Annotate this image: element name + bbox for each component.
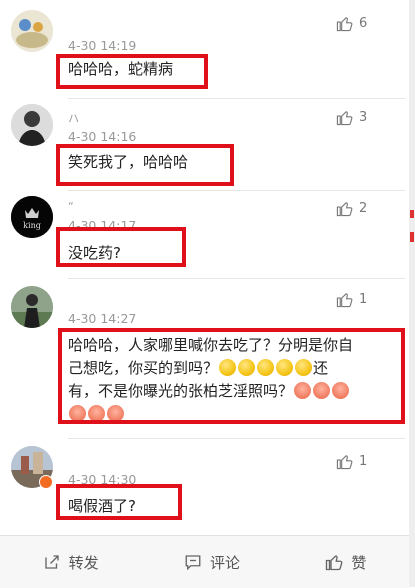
like-button[interactable]: 1: [336, 291, 367, 308]
repost-label: 转发: [68, 553, 99, 572]
edge-mark: [410, 232, 414, 242]
thumb-up-icon: [336, 455, 353, 470]
like-count: 3: [359, 110, 368, 125]
avatar[interactable]: king: [11, 196, 53, 238]
thumb-up-icon: [326, 555, 343, 571]
avatar-label: king: [23, 221, 41, 230]
edge-mark: [410, 210, 414, 218]
timestamp: 4-30 14:19: [68, 38, 137, 53]
thumb-up-icon: [336, 111, 353, 126]
username[interactable]: “: [68, 200, 76, 213]
like-count: 6: [359, 16, 368, 31]
comment-item: 4-30 14:27 1 哈哈哈，人家哪里喊你去吃了？分明是你自 己想吃，你买的…: [0, 278, 405, 438]
like-action-button[interactable]: 赞: [325, 552, 366, 573]
like-button[interactable]: 2: [336, 200, 367, 217]
highlight-box: [56, 144, 234, 186]
timestamp: 4-30 14:16: [68, 129, 137, 144]
comment-item: king “ 4-30 14:17 2 没吃药?: [0, 190, 405, 278]
highlight-box: [58, 328, 405, 424]
highlight-box: [56, 227, 186, 267]
avatar[interactable]: [11, 10, 53, 52]
verified-badge-icon: [39, 475, 53, 489]
avatar[interactable]: [11, 104, 53, 146]
like-count: 1: [359, 454, 368, 469]
username[interactable]: ハ: [68, 110, 81, 126]
thumb-up-icon: [336, 17, 353, 32]
comment-item: 4-30 14:30 1 喝假酒了?: [0, 438, 405, 535]
like-button[interactable]: 1: [336, 453, 367, 470]
thumb-up-icon: [336, 293, 353, 308]
comment-icon: [185, 555, 201, 571]
like-button[interactable]: 3: [336, 109, 367, 126]
timestamp: 4-30 14:27: [68, 311, 137, 326]
repost-button[interactable]: 转发: [43, 552, 99, 573]
highlight-box: [56, 484, 182, 520]
like-count: 2: [359, 201, 368, 216]
avatar[interactable]: [11, 286, 53, 328]
comment-button[interactable]: 评论: [184, 552, 240, 573]
like-label: 赞: [351, 553, 367, 572]
highlight-box: [56, 54, 208, 89]
comment-item: ハ 4-30 14:16 3 笑死我了，哈哈哈: [0, 98, 405, 190]
comment-label: 评论: [209, 553, 240, 572]
comment-item: 4-30 14:19 6 哈哈哈，蛇精病: [0, 0, 405, 98]
like-count: 1: [359, 292, 368, 307]
right-edge-strip: [409, 0, 415, 587]
thumb-up-icon: [336, 202, 353, 217]
share-icon: [44, 555, 59, 569]
like-button[interactable]: 6: [336, 15, 367, 32]
bottom-action-bar: 转发 评论 赞: [0, 535, 409, 588]
